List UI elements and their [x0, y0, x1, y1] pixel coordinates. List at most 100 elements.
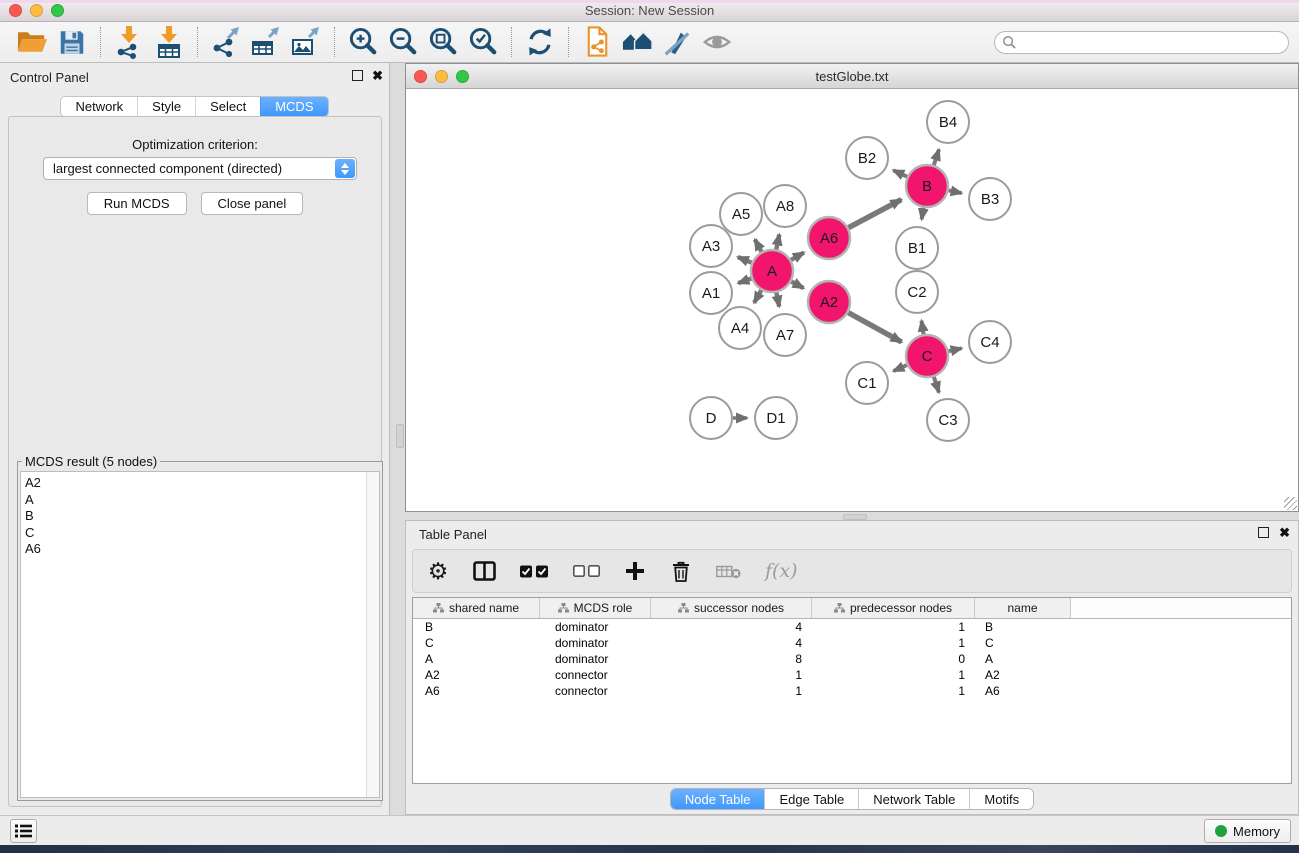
zoom-in-button[interactable] [343, 24, 383, 60]
resize-grip[interactable] [1284, 497, 1297, 510]
edge-B-B3[interactable] [949, 190, 962, 193]
float-panel-icon[interactable] [1258, 527, 1269, 538]
table-cell[interactable]: 4 [651, 619, 812, 635]
refresh-button[interactable] [520, 24, 560, 60]
export-network-button[interactable] [206, 24, 246, 60]
result-list-item[interactable]: A [21, 492, 379, 509]
import-table-button[interactable] [149, 24, 189, 60]
column-header-name[interactable]: name [975, 598, 1071, 618]
table-cell[interactable]: connector [540, 667, 651, 683]
table-cell[interactable]: A2 [413, 667, 540, 683]
table-row[interactable]: A2connector11A2 [413, 667, 1291, 683]
column-header-MCDS-role[interactable]: MCDS role [540, 598, 651, 618]
edge-A-A3[interactable] [738, 257, 752, 263]
table-row[interactable]: Cdominator41C [413, 635, 1291, 651]
edge-A2-C[interactable] [848, 313, 901, 342]
tab-network-table[interactable]: Network Table [858, 789, 969, 809]
edge-A-A5[interactable] [755, 239, 762, 251]
edge-B-B1[interactable] [922, 208, 924, 220]
table-row[interactable]: Bdominator41B [413, 619, 1291, 635]
export-table-button[interactable] [246, 24, 286, 60]
table-cell[interactable]: 4 [651, 635, 812, 651]
column-visibility-button[interactable] [473, 561, 496, 581]
network-graph[interactable]: AA1A2A3A4A5A6A7A8BB1B2B3B4CC1C2C3C4DD1 [406, 89, 1298, 511]
save-session-button[interactable] [52, 24, 92, 60]
tab-select[interactable]: Select [195, 97, 260, 116]
home-views-button[interactable] [617, 24, 657, 60]
tab-node-table[interactable]: Node Table [671, 789, 765, 809]
tab-network[interactable]: Network [61, 97, 137, 116]
edge-C-C4[interactable] [948, 348, 961, 351]
select-stepper-icon[interactable] [335, 159, 355, 178]
zoom-window-icon[interactable] [51, 4, 64, 17]
table-cell[interactable]: A6 [975, 683, 1071, 699]
result-list-item[interactable]: A2 [21, 475, 379, 492]
edge-A-A7[interactable] [776, 293, 779, 307]
zoom-fit-button[interactable] [423, 24, 463, 60]
table-cell[interactable]: 1 [651, 667, 812, 683]
edge-A-A1[interactable] [738, 278, 751, 283]
column-header-successor-nodes[interactable]: successor nodes [651, 598, 812, 618]
table-cell[interactable]: A [413, 651, 540, 667]
column-header-shared-name[interactable]: shared name [413, 598, 540, 618]
edge-C-C1[interactable] [893, 365, 906, 371]
edge-C-C3[interactable] [934, 377, 939, 393]
float-panel-icon[interactable] [352, 70, 363, 81]
window-controls[interactable] [9, 4, 64, 17]
table-cell[interactable]: A2 [975, 667, 1071, 683]
table-cell[interactable]: connector [540, 683, 651, 699]
close-panel-button[interactable]: Close panel [201, 192, 304, 215]
table-cell[interactable]: 1 [812, 635, 975, 651]
hide-graphics-details-button[interactable] [657, 24, 697, 60]
table-cell[interactable]: dominator [540, 635, 651, 651]
function-builder-button[interactable]: f(x) [765, 560, 798, 582]
tab-mcds[interactable]: MCDS [260, 97, 327, 116]
table-cell[interactable]: B [413, 619, 540, 635]
network-minimize-icon[interactable] [435, 70, 448, 83]
table-settings-button[interactable]: ⚙ [427, 560, 449, 582]
network-window-titlebar[interactable]: testGlobe.txt [406, 64, 1298, 89]
table-row[interactable]: Adominator80A [413, 651, 1291, 667]
zoom-out-button[interactable] [383, 24, 423, 60]
close-panel-icon[interactable]: ✖ [1279, 527, 1290, 538]
result-list-item[interactable]: C [21, 525, 379, 542]
table-cell[interactable]: 1 [812, 683, 975, 699]
network-close-icon[interactable] [414, 70, 427, 83]
run-mcds-button[interactable]: Run MCDS [87, 192, 187, 215]
edge-A6-B[interactable] [848, 200, 901, 228]
split-divider-handle[interactable] [396, 424, 404, 448]
edge-A-A6[interactable] [791, 253, 804, 260]
table-cell[interactable]: 1 [812, 667, 975, 683]
add-column-button[interactable] [624, 562, 646, 580]
table-cell[interactable]: 1 [651, 683, 812, 699]
search-input[interactable] [994, 31, 1289, 54]
delete-column-button[interactable] [670, 561, 692, 582]
table-cell[interactable]: A [975, 651, 1071, 667]
deselect-all-button[interactable] [573, 565, 600, 577]
mcds-result-list[interactable]: A2ABCA6 [20, 471, 380, 798]
table-cell[interactable]: C [975, 635, 1071, 651]
open-session-button[interactable] [12, 24, 52, 60]
minimize-window-icon[interactable] [30, 4, 43, 17]
column-header-predecessor-nodes[interactable]: predecessor nodes [812, 598, 975, 618]
edge-A-A4[interactable] [754, 290, 761, 303]
tab-edge-table[interactable]: Edge Table [764, 789, 858, 809]
edge-A-A2[interactable] [791, 282, 803, 289]
close-panel-icon[interactable]: ✖ [372, 70, 383, 81]
export-image-button[interactable] [286, 24, 326, 60]
table-cell[interactable]: 1 [812, 619, 975, 635]
tab-style[interactable]: Style [137, 97, 195, 116]
edge-C-C2[interactable] [921, 321, 923, 335]
network-zoom-icon[interactable] [456, 70, 469, 83]
table-cell[interactable]: B [975, 619, 1071, 635]
delete-table-button[interactable] [716, 564, 741, 579]
table-row[interactable]: A6connector11A6 [413, 683, 1291, 699]
edge-A-A8[interactable] [776, 234, 779, 249]
table-cell[interactable]: 8 [651, 651, 812, 667]
task-history-button[interactable] [10, 819, 37, 843]
tab-motifs[interactable]: Motifs [969, 789, 1033, 809]
edge-B-B4[interactable] [934, 150, 939, 166]
clone-network-button[interactable] [577, 24, 617, 60]
memory-button[interactable]: Memory [1204, 819, 1291, 843]
node-table[interactable]: shared nameMCDS rolesuccessor nodesprede… [412, 597, 1292, 784]
